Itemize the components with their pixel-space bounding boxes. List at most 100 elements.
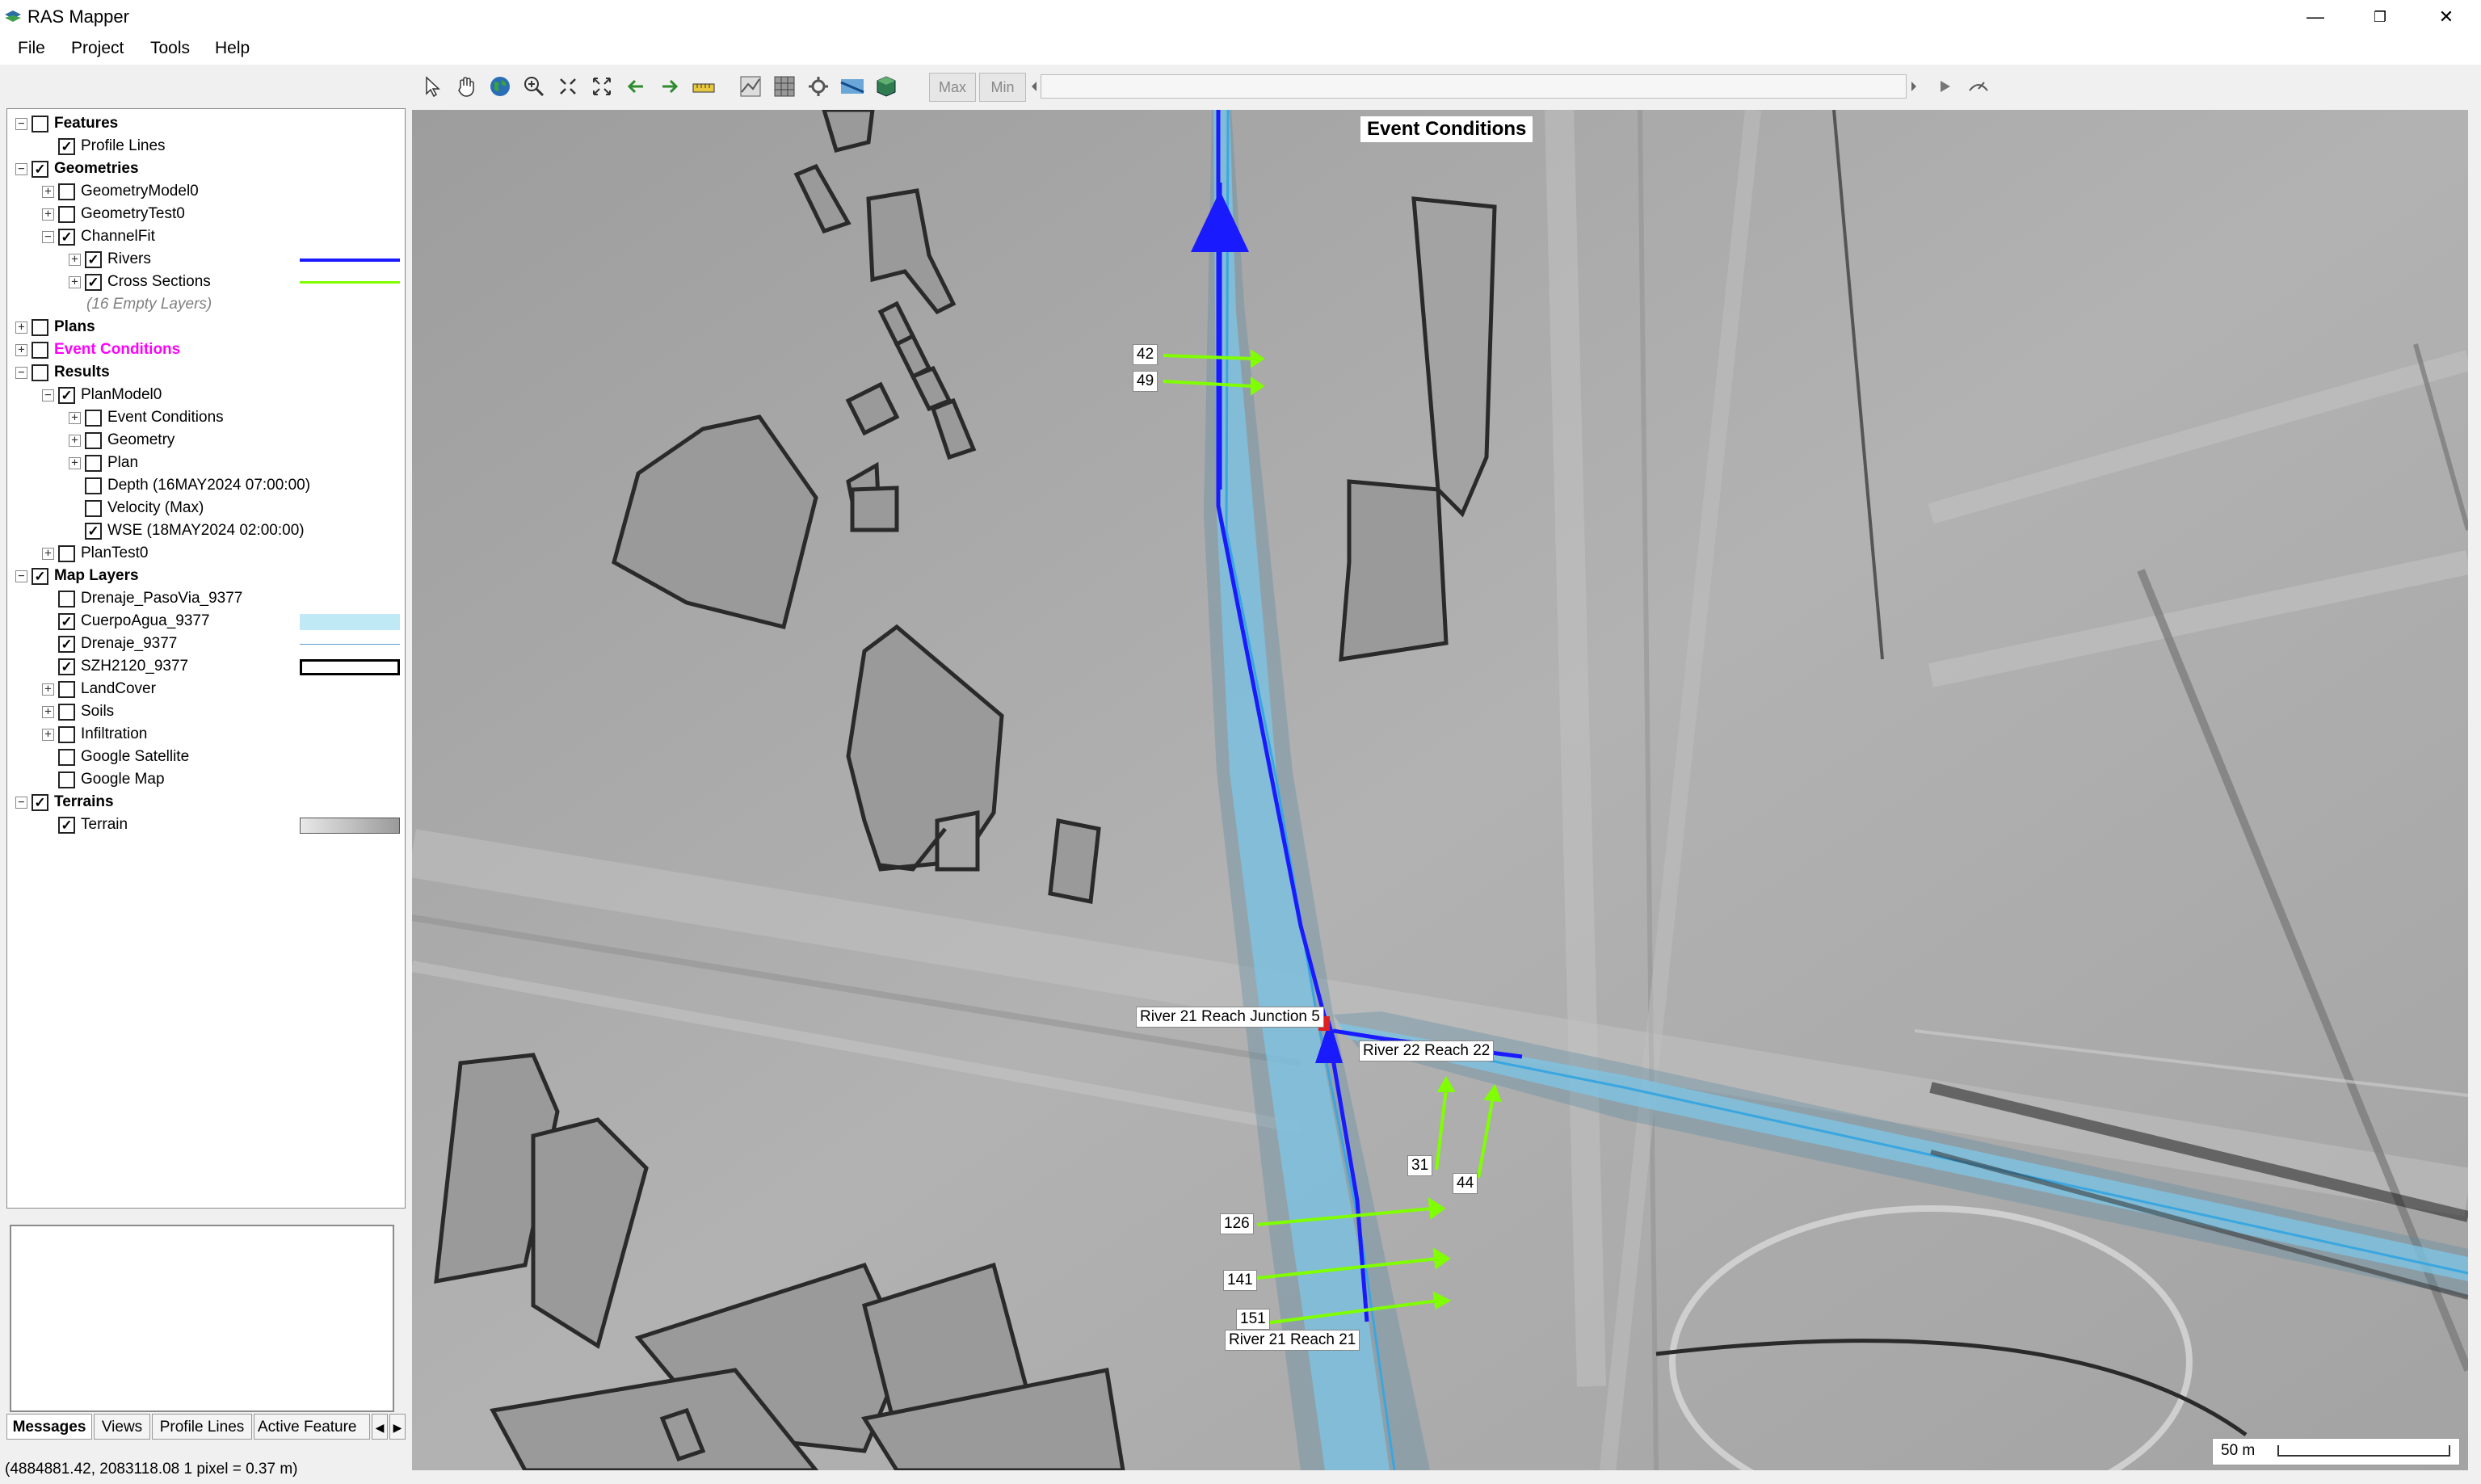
- layer-checkbox[interactable]: [58, 704, 75, 721]
- menu-project[interactable]: Project: [71, 39, 124, 58]
- expand-icon[interactable]: +: [42, 186, 54, 198]
- tree-item[interactable]: ✓ SZH2120_9377: [7, 656, 400, 679]
- collapse-icon[interactable]: −: [15, 570, 27, 582]
- xs-label-151[interactable]: 151: [1236, 1309, 1270, 1330]
- layer-checkbox[interactable]: ✓: [32, 568, 48, 585]
- layer-checkbox[interactable]: ✓: [85, 274, 102, 291]
- layer-checkbox[interactable]: [32, 364, 48, 381]
- tree-item[interactable]: + GeometryTest0: [7, 204, 400, 226]
- tree-item[interactable]: Google Satellite: [7, 746, 400, 769]
- xs-label-31[interactable]: 31: [1407, 1155, 1433, 1176]
- expand-icon[interactable]: +: [42, 208, 54, 221]
- expand-icon[interactable]: +: [42, 548, 54, 560]
- layer-checkbox[interactable]: [85, 410, 102, 427]
- collapse-icon[interactable]: −: [42, 389, 54, 401]
- tree-item[interactable]: + PlanTest0: [7, 543, 400, 565]
- tree-item[interactable]: ✓ Profile Lines: [7, 136, 400, 158]
- xs-label-42[interactable]: 42: [1133, 344, 1159, 365]
- back-arrow-icon[interactable]: [622, 73, 650, 100]
- tree-item[interactable]: − ✓ Map Layers: [7, 565, 400, 588]
- layer-checkbox[interactable]: [32, 116, 48, 132]
- expand-icon[interactable]: +: [15, 344, 27, 356]
- water-surface-icon[interactable]: [839, 73, 866, 100]
- tab-scroll-left-icon[interactable]: ◀: [372, 1414, 388, 1440]
- globe-icon[interactable]: [486, 73, 514, 100]
- 3d-view-icon[interactable]: [873, 73, 900, 100]
- expand-icon[interactable]: +: [42, 683, 54, 696]
- timeline-back-icon[interactable]: [1028, 73, 1041, 100]
- tree-item[interactable]: − ✓ Geometries: [7, 158, 400, 181]
- reach-label-river21[interactable]: River 21 Reach 21: [1225, 1330, 1360, 1351]
- tree-item[interactable]: + Soils: [7, 701, 400, 724]
- menu-tools[interactable]: Tools: [150, 39, 190, 58]
- map-canvas[interactable]: [412, 110, 2468, 1470]
- layer-checkbox[interactable]: ✓: [58, 138, 75, 155]
- tree-item[interactable]: − ✓ Terrains: [7, 792, 400, 814]
- layer-checkbox[interactable]: ✓: [58, 636, 75, 653]
- collapse-icon[interactable]: −: [15, 797, 27, 809]
- tree-item[interactable]: + Event Conditions: [7, 339, 400, 362]
- xs-label-126[interactable]: 126: [1220, 1213, 1254, 1234]
- tree-item[interactable]: ✓ Drenaje_9377: [7, 633, 400, 656]
- tab-views[interactable]: Views: [94, 1414, 150, 1440]
- tree-item[interactable]: Drenaje_PasoVia_9377: [7, 588, 400, 611]
- tree-item[interactable]: (16 Empty Layers): [7, 294, 400, 317]
- expand-icon[interactable]: +: [69, 457, 81, 469]
- xs-label-141[interactable]: 141: [1223, 1270, 1257, 1291]
- tree-item[interactable]: Google Map: [7, 769, 400, 792]
- pan-hand-icon[interactable]: [452, 73, 480, 100]
- map-view[interactable]: Event Conditions 42 49 31 44 126 141 151…: [412, 110, 2468, 1470]
- full-extent-icon[interactable]: [588, 73, 616, 100]
- layer-checkbox[interactable]: [58, 681, 75, 698]
- tree-item[interactable]: ✓ Terrain: [7, 814, 400, 837]
- layer-checkbox[interactable]: [32, 319, 48, 336]
- layer-checkbox[interactable]: [85, 432, 102, 449]
- layer-checkbox[interactable]: [58, 771, 75, 788]
- animation-speed-icon[interactable]: [1965, 73, 1992, 100]
- forward-arrow-icon[interactable]: [656, 73, 683, 100]
- zoom-in-icon[interactable]: [520, 73, 548, 100]
- layer-checkbox[interactable]: [32, 342, 48, 359]
- layer-checkbox[interactable]: ✓: [58, 387, 75, 404]
- tree-item[interactable]: − Features: [7, 113, 400, 136]
- collapse-icon[interactable]: −: [15, 367, 27, 379]
- layer-checkbox[interactable]: [58, 183, 75, 200]
- layer-checkbox[interactable]: ✓: [85, 251, 102, 268]
- tab-messages[interactable]: Messages: [6, 1414, 92, 1440]
- layer-checkbox[interactable]: ✓: [58, 613, 75, 630]
- layer-checkbox[interactable]: ✓: [58, 229, 75, 246]
- tree-item[interactable]: + ✓ Cross Sections: [7, 271, 400, 294]
- collapse-icon[interactable]: −: [42, 231, 54, 243]
- close-button[interactable]: ✕: [2414, 0, 2479, 34]
- expand-icon[interactable]: +: [69, 254, 81, 266]
- measure-ruler-icon[interactable]: [690, 73, 717, 100]
- layer-checkbox[interactable]: [58, 206, 75, 223]
- tree-item[interactable]: + GeometryModel0: [7, 181, 400, 204]
- layer-checkbox[interactable]: [58, 545, 75, 562]
- max-button[interactable]: Max: [929, 73, 976, 102]
- tree-item[interactable]: ✓ CuerpoAgua_9377: [7, 611, 400, 633]
- expand-icon[interactable]: +: [69, 435, 81, 447]
- collapse-icon[interactable]: −: [15, 118, 27, 130]
- tab-scroll-right-icon[interactable]: ▶: [389, 1414, 406, 1440]
- tree-item[interactable]: + Plan: [7, 452, 400, 475]
- tree-item[interactable]: ✓ WSE (18MAY2024 02:00:00): [7, 520, 400, 543]
- tree-item[interactable]: − ✓ PlanModel0: [7, 385, 400, 407]
- expand-icon[interactable]: +: [69, 412, 81, 424]
- xs-label-44[interactable]: 44: [1453, 1173, 1478, 1194]
- layer-checkbox[interactable]: [85, 500, 102, 517]
- settings-tool-icon[interactable]: [805, 73, 832, 100]
- collapse-icon[interactable]: −: [15, 163, 27, 175]
- minimize-button[interactable]: —: [2283, 0, 2348, 34]
- expand-icon[interactable]: +: [42, 706, 54, 718]
- tree-item[interactable]: Velocity (Max): [7, 498, 400, 520]
- expand-icon[interactable]: +: [15, 322, 27, 334]
- layer-checkbox[interactable]: [58, 591, 75, 607]
- layer-checkbox[interactable]: ✓: [32, 161, 48, 178]
- tree-item[interactable]: + Plans: [7, 317, 400, 339]
- pointer-icon[interactable]: [418, 73, 446, 100]
- tree-item[interactable]: + Geometry: [7, 430, 400, 452]
- tree-item[interactable]: + Event Conditions: [7, 407, 400, 430]
- tree-item[interactable]: + LandCover: [7, 679, 400, 701]
- expand-icon[interactable]: +: [69, 276, 81, 288]
